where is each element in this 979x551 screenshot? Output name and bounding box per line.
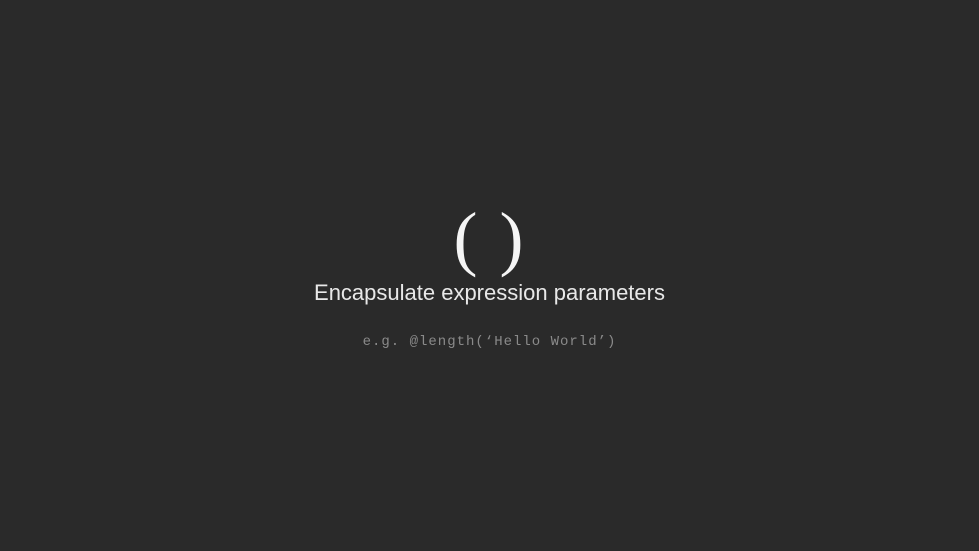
slide-example: e.g. @length(‘Hello World’)	[363, 334, 617, 350]
parentheses-symbol: ( )	[454, 202, 526, 274]
slide-subtitle: Encapsulate expression parameters	[314, 280, 665, 306]
